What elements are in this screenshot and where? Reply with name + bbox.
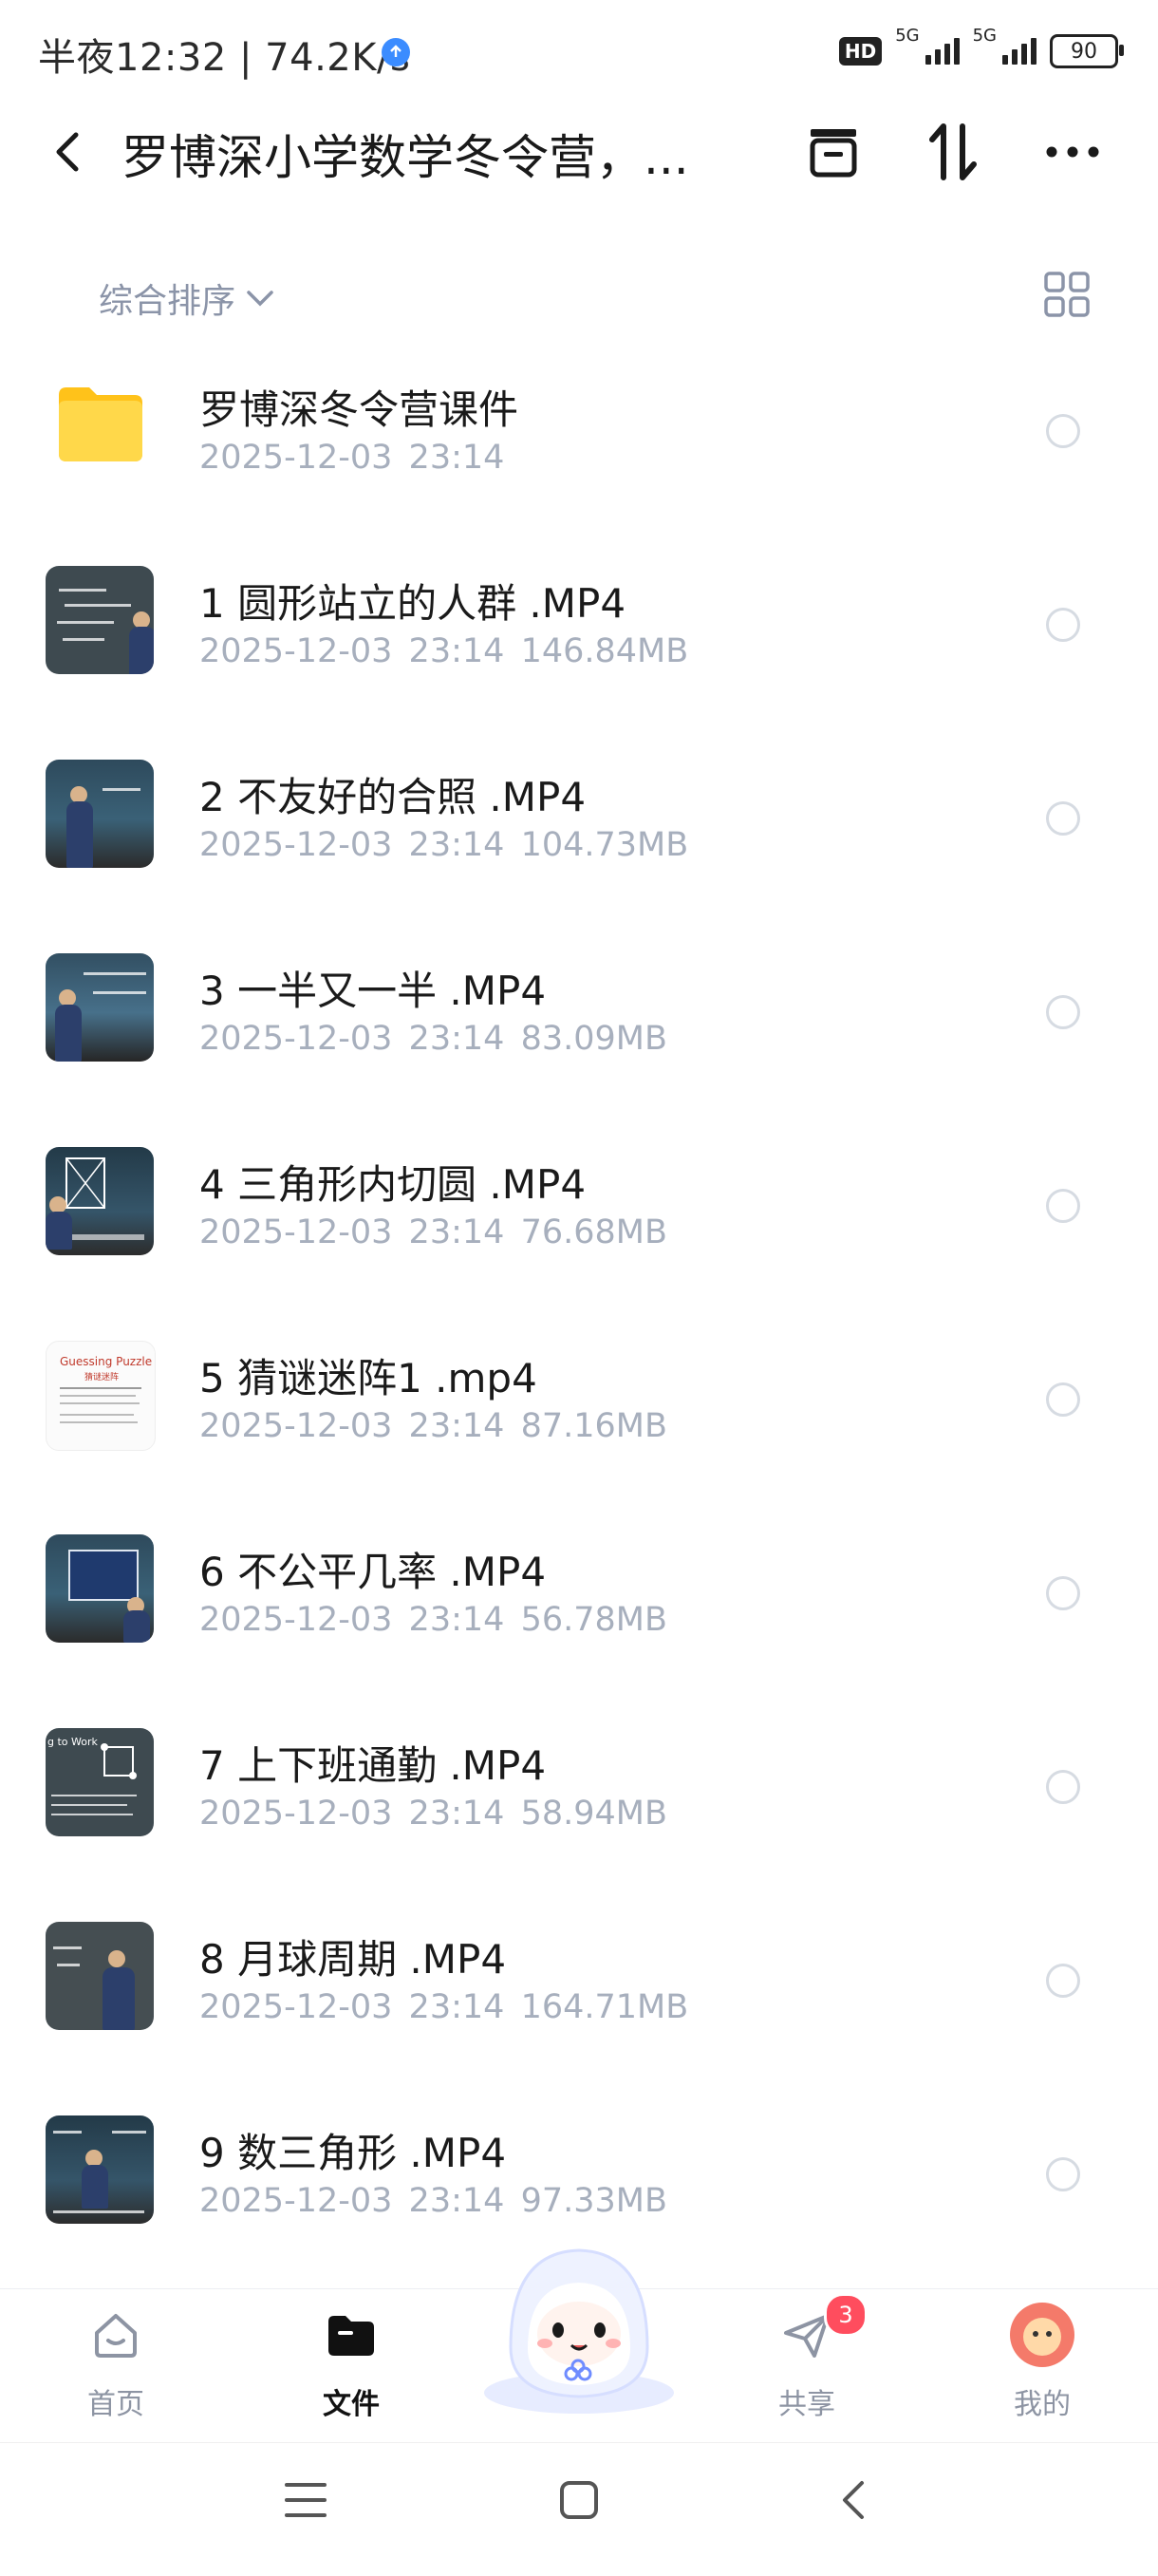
video-thumbnail: Guessing Puzzle 猜谜迷阵 [46,1341,156,1451]
file-list-item[interactable]: 2 不友好的合照 .MP4 2025-12-03 23:14 104.73MB [0,720,1158,913]
file-name: 6 不公平几率 .MP4 [199,1549,547,1595]
back-triangle-icon[interactable] [835,2477,869,2523]
more-button[interactable] [1037,116,1109,188]
file-name: 7 上下班通勤 .MP4 [199,1742,547,1789]
upload-status-icon [382,38,410,66]
grid-view-icon [1044,272,1090,317]
file-meta: 2025-12-03 23:14 [199,439,505,477]
video-thumbnail [46,566,154,674]
select-checkbox[interactable] [1046,2157,1080,2191]
file-list-item[interactable]: Guessing Puzzle 猜谜迷阵 5 猜谜迷阵1 .mp4 2025-1… [0,1301,1158,1495]
video-thumbnail [46,1922,154,2030]
file-meta: 2025-12-03 23:14 104.73MB [199,826,689,864]
select-checkbox[interactable] [1046,414,1080,448]
chevron-left-icon [56,132,79,172]
video-thumbnail [46,1147,154,1255]
file-meta: 2025-12-03 23:14 76.68MB [199,1213,667,1251]
battery-icon: 90 [1050,34,1124,68]
folder-filled-icon [328,2316,374,2356]
file-list-item[interactable]: 3 一半又一半 .MP4 2025-12-03 23:14 83.09MB [0,913,1158,1107]
sort-dropdown[interactable]: 综合排序 [99,273,275,323]
signal-icon-1: 5G [895,26,960,65]
sort-order-button[interactable] [917,116,989,188]
chevron-down-icon [247,291,273,307]
nav-files[interactable]: 文件 [285,2289,418,2441]
file-name: 2 不友好的合照 .MP4 [199,774,587,820]
file-list-item[interactable]: 8 月球周期 .MP4 2025-12-03 23:14 164.71MB [0,1882,1158,2076]
nav-share[interactable]: 3 共享 [740,2289,873,2441]
video-thumbnail: g to Work [46,1728,154,1836]
file-list-item[interactable]: 6 不公平几率 .MP4 2025-12-03 23:14 56.78MB [0,1495,1158,1688]
home-icon [95,2314,137,2358]
video-thumbnail [46,2115,154,2224]
video-thumbnail [46,953,154,1062]
nav-home[interactable]: 首页 [49,2289,182,2441]
sort-arrows-icon [929,123,977,180]
signal-icon-2: 5G [973,26,1037,65]
select-checkbox[interactable] [1046,801,1080,836]
select-checkbox[interactable] [1046,1576,1080,1610]
page-title: 罗博深小学数学冬令营，... [121,130,689,185]
file-meta: 2025-12-03 23:14 58.94MB [199,1795,667,1833]
avatar [1010,2303,1074,2367]
assistant-mascot-button[interactable] [473,2233,685,2423]
file-name: 8 月球周期 .MP4 [199,1936,507,1983]
file-meta: 2025-12-03 23:14 56.78MB [199,1601,667,1639]
file-meta: 2025-12-03 23:14 87.16MB [199,1407,667,1445]
file-meta: 2025-12-03 23:14 164.71MB [199,1988,689,2026]
select-checkbox[interactable] [1046,995,1080,1029]
file-name: 3 一半又一半 .MP4 [199,968,547,1014]
file-meta: 2025-12-03 23:14 83.09MB [199,1020,667,1058]
video-thumbnail [46,760,154,868]
system-nav-bar [0,2442,1158,2576]
file-list-item[interactable]: g to Work 7 上下班通勤 .MP4 2025-12-03 23:14 … [0,1688,1158,1882]
menu-icon[interactable] [283,2479,328,2521]
file-meta: 2025-12-03 23:14 97.33MB [199,2182,667,2220]
file-meta: 2025-12-03 23:14 146.84MB [199,632,689,670]
hd-voice-icon: HD [838,37,883,66]
video-thumbnail [46,1534,154,1643]
select-checkbox[interactable] [1046,1382,1080,1417]
select-checkbox[interactable] [1046,1189,1080,1223]
back-button[interactable] [44,123,91,180]
home-square-icon[interactable] [558,2479,600,2521]
sort-label: 综合排序 [99,282,236,321]
file-list-item[interactable]: 4 三角形内切圆 .MP4 2025-12-03 23:14 76.68MB [0,1107,1158,1301]
folder-icon [59,387,142,461]
file-name: 9 数三角形 .MP4 [199,2130,507,2176]
select-checkbox[interactable] [1046,1964,1080,1998]
share-badge: 3 [824,2293,868,2337]
archive-icon [810,129,857,178]
file-list-item[interactable]: 1 圆形站立的人群 .MP4 2025-12-03 23:14 146.84MB [0,526,1158,720]
select-checkbox[interactable] [1046,608,1080,642]
file-list-item[interactable]: 罗博深冬令营课件 2025-12-03 23:14 [0,332,1158,526]
mascot-icon [484,2248,674,2414]
more-dots-icon [1046,146,1099,158]
nav-me[interactable]: 我的 [976,2289,1109,2441]
file-name: 5 猜谜迷阵1 .mp4 [199,1355,537,1401]
select-checkbox[interactable] [1046,1770,1080,1804]
file-name: 1 圆形站立的人群 .MP4 [199,580,626,627]
archive-button[interactable] [797,116,869,188]
grid-view-button[interactable] [1042,270,1092,319]
file-name: 4 三角形内切圆 .MP4 [199,1161,587,1208]
status-indicators: HD 5G 5G 90 [838,26,1124,72]
file-name: 罗博深冬令营课件 [199,386,519,433]
status-time: 半夜12:32 | 74.2K/s [38,36,411,80]
